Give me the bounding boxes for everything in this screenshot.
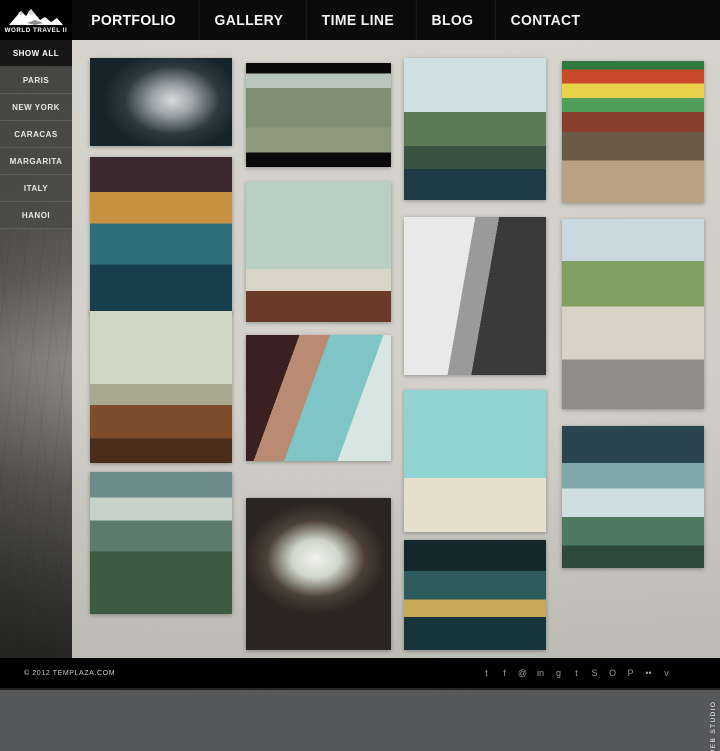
gallery-item-coast-overlook[interactable]: [562, 426, 704, 568]
nav-item-time-line[interactable]: TIME LINE: [305, 0, 409, 40]
sidebar-item-show-all[interactable]: SHOW ALL: [0, 40, 72, 67]
gallery-item-vintage-camera[interactable]: [90, 311, 232, 463]
gallery-item-image: [246, 335, 391, 461]
tumblr-icon[interactable]: t: [571, 668, 582, 679]
sidebar-item-paris[interactable]: PARIS: [0, 67, 72, 94]
gallery-item-image: [90, 58, 232, 146]
nav-item-portfolio[interactable]: PORTFOLIO: [76, 0, 190, 40]
gallery-item-image: [404, 58, 546, 200]
gallery-item-image: [246, 182, 391, 322]
instagram-icon[interactable]: O: [607, 668, 618, 679]
nav-item-contact[interactable]: CONTACT: [494, 0, 595, 40]
social-links: t f @ in g t S O P •• v: [481, 668, 672, 679]
flickr-icon[interactable]: ••: [643, 668, 654, 679]
copyright-text: © 2012 TEMPLAZA.COM: [24, 669, 116, 677]
watermark-tagline: CREATIVE WEB STUDIO: [709, 701, 720, 751]
sidebar-item-italy[interactable]: ITALY: [0, 175, 72, 202]
linkedin-icon[interactable]: in: [535, 668, 546, 679]
gallery-item-sunglasses-girl[interactable]: [246, 335, 391, 461]
skype-icon[interactable]: S: [589, 668, 600, 679]
gallery-item-image: [404, 390, 546, 532]
site-logo-text: WORLD TRAVEL II: [4, 27, 68, 34]
gallery-item-image: [562, 426, 704, 568]
nav-item-gallery[interactable]: GALLERY: [198, 0, 298, 40]
mountain-icon: [9, 9, 63, 25]
gallery-item-image: [90, 311, 232, 463]
nav-item-blog[interactable]: BLOG: [415, 0, 488, 40]
rss-icon[interactable]: @: [517, 668, 528, 679]
gallery-item-paris-billboard[interactable]: [562, 61, 704, 203]
gallery-item-image: [90, 157, 232, 315]
gallery-item-alley-tunnel[interactable]: [404, 540, 546, 650]
gallery-item-boy-waterfall[interactable]: [404, 217, 546, 375]
sidebar-item-margarita[interactable]: MARGARITA: [0, 148, 72, 175]
facebook-icon[interactable]: f: [499, 668, 510, 679]
vimeo-icon[interactable]: v: [661, 668, 672, 679]
gallery-item-farmhouse[interactable]: [90, 472, 232, 614]
portfolio-gallery-grid: [90, 58, 704, 650]
gallery-item-rooftop-vent[interactable]: [246, 182, 391, 322]
sidebar-item-hanoi[interactable]: HANOI: [0, 202, 72, 229]
main-nav: PORTFOLIO GALLERY TIME LINE BLOG CONTACT: [72, 0, 599, 40]
page-root: WORLD TRAVEL II PORTFOLIO GALLERY TIME L…: [0, 0, 720, 751]
gallery-item-image: [404, 540, 546, 650]
gallery-item-image: [562, 61, 704, 203]
gallery-item-image: [562, 219, 704, 409]
gallery-item-coastal-arch[interactable]: [404, 58, 546, 200]
gallery-item-kites-beach[interactable]: [404, 390, 546, 532]
pinterest-icon[interactable]: P: [625, 668, 636, 679]
site-footer: © 2012 TEMPLAZA.COM t f @ in g t S O P •• v: [0, 658, 720, 688]
sidebar-item-new-york[interactable]: NEW YORK: [0, 94, 72, 121]
gallery-item-girl-on-bench[interactable]: [562, 219, 704, 409]
gallery-item-image: [246, 63, 391, 167]
gallery-item-street-dancers[interactable]: [246, 63, 391, 167]
gallery-item-image: [246, 498, 391, 650]
site-logo[interactable]: WORLD TRAVEL II: [0, 0, 72, 40]
sidebar-item-caracas[interactable]: CARACAS: [0, 121, 72, 148]
top-navigation-bar: WORLD TRAVEL II PORTFOLIO GALLERY TIME L…: [0, 0, 720, 40]
gallery-item-image: [90, 472, 232, 614]
google-plus-icon[interactable]: g: [553, 668, 564, 679]
gallery-item-venice-gondola[interactable]: [90, 157, 232, 315]
gallery-item-portrait-leaves[interactable]: [90, 58, 232, 146]
joomfox-watermark: JoomFox CREATIVE WEB STUDIO: [683, 701, 720, 751]
gallery-item-image: [404, 217, 546, 375]
twitter-icon[interactable]: t: [481, 668, 492, 679]
category-filter-sidebar: SHOW ALL PARIS NEW YORK CARACAS MARGARIT…: [0, 40, 72, 229]
gallery-item-white-flower[interactable]: [246, 498, 391, 650]
